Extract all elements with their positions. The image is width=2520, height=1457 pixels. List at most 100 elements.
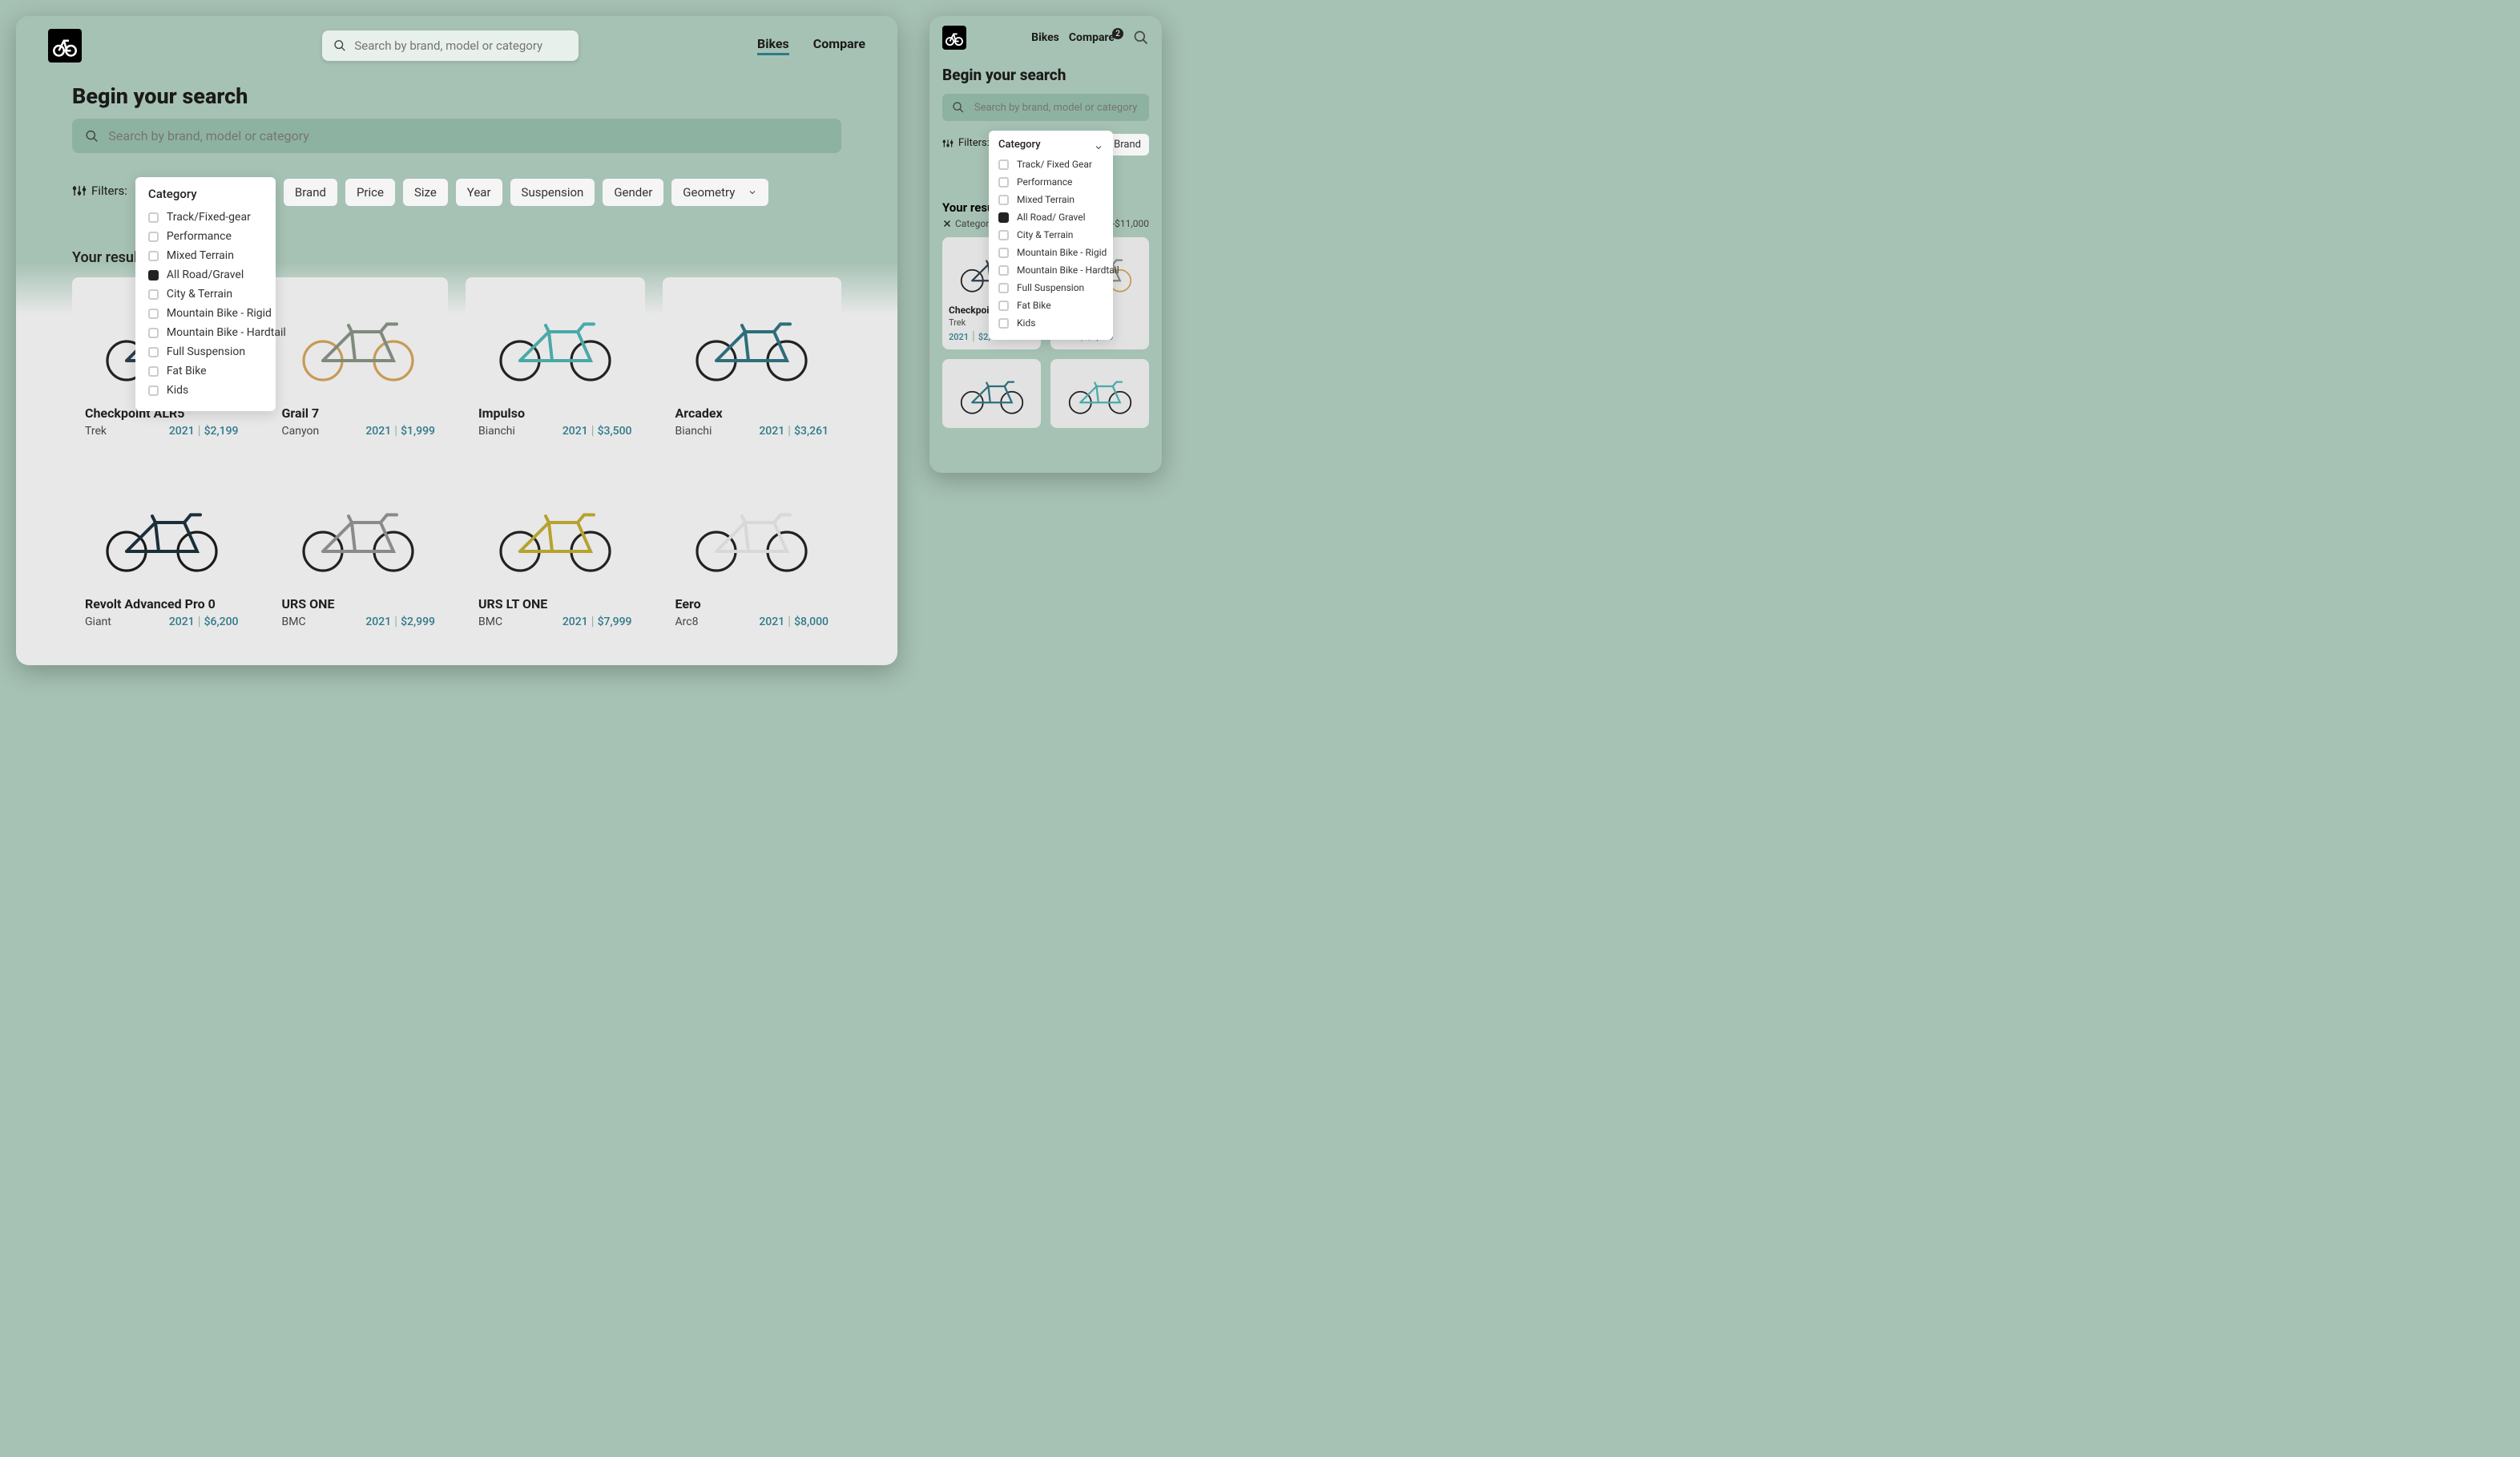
category-option[interactable]: Kids — [148, 381, 263, 400]
checkbox-icon — [998, 195, 1009, 205]
category-option[interactable]: Mixed Terrain — [998, 191, 1103, 208]
category-dropdown-mobile[interactable]: Category Track/ Fixed GearPerformanceMix… — [989, 131, 1113, 340]
category-option[interactable]: Fat Bike — [148, 361, 263, 381]
category-option-label: Kids — [1017, 317, 1035, 329]
chevron-down-icon — [748, 188, 757, 197]
bike-brand: BMC — [282, 615, 306, 628]
mobile-frame: Bikes Compare 2 Begin your search Filter… — [929, 16, 1162, 473]
bike-brand: Trek — [85, 425, 107, 438]
category-option-label: City & Terrain — [167, 288, 232, 301]
header-search[interactable] — [322, 30, 579, 61]
category-option-label: Mixed Terrain — [1017, 194, 1075, 205]
category-option-label: Fat Bike — [167, 365, 207, 377]
checkbox-icon — [148, 385, 159, 396]
category-option[interactable]: Mountain Bike - Rigid — [148, 304, 263, 323]
bike-year: 2021 — [759, 425, 784, 438]
bike-price: $6,200 — [204, 615, 239, 628]
filters-row: Filters: Category Track/Fixed-gearPerfor… — [16, 169, 897, 419]
header-mobile: Bikes Compare 2 — [929, 16, 1162, 59]
category-option[interactable]: All Road/ Gravel — [998, 208, 1103, 226]
category-option-label: All Road/Gravel — [167, 268, 244, 281]
bike-price: $3,500 — [598, 425, 632, 438]
bike-card[interactable] — [942, 359, 1041, 428]
hero-search-input-mobile[interactable] — [974, 102, 1139, 114]
compare-badge: 2 — [1112, 28, 1123, 39]
bike-name: URS ONE — [282, 596, 436, 611]
nav-compare-mobile[interactable]: Compare — [1069, 31, 1115, 44]
bike-brand: Canyon — [282, 425, 320, 438]
search-icon — [952, 100, 965, 115]
checkbox-icon — [998, 248, 1009, 258]
bike-image — [282, 479, 436, 591]
hero-title-mobile: Begin your search — [942, 66, 1149, 84]
checkbox-icon — [148, 212, 159, 223]
checkbox-icon — [998, 265, 1009, 276]
category-option-label: Kids — [167, 384, 188, 397]
category-option-label: Track/ Fixed Gear — [1017, 159, 1092, 170]
filter-pill-geometry[interactable]: Geometry — [671, 179, 768, 206]
category-option-label: Track/Fixed-gear — [167, 211, 251, 224]
category-option-label: Mountain Bike - Hardtail — [1017, 264, 1119, 276]
filter-pill-brand[interactable]: Brand — [284, 179, 337, 206]
category-option-label: City & Terrain — [1017, 229, 1073, 240]
category-option[interactable]: Full Suspension — [148, 342, 263, 361]
filter-pill-suspension[interactable]: Suspension — [510, 179, 595, 206]
hero-search-input[interactable] — [108, 128, 829, 143]
bike-card[interactable]: URS LT ONE BMC 2021|$7,999 — [466, 468, 645, 641]
category-option[interactable]: Mountain Bike - Rigid — [998, 244, 1103, 261]
filter-pill-size[interactable]: Size — [403, 179, 448, 206]
category-option-label: Mountain Bike - Rigid — [1017, 247, 1107, 258]
bike-card[interactable]: Eero Arc8 2021|$8,000 — [663, 468, 842, 641]
category-option-label: Mixed Terrain — [167, 249, 234, 262]
bike-logo-icon — [53, 34, 77, 58]
bike-brand: Arc8 — [675, 615, 699, 628]
bike-brand: Giant — [85, 615, 111, 628]
category-option[interactable]: Kids — [998, 314, 1103, 332]
chip-category[interactable]: Category — [955, 218, 994, 229]
close-icon[interactable] — [942, 219, 952, 228]
filters-label-mobile: Filters: — [942, 137, 990, 149]
filter-pill-price[interactable]: Price — [345, 179, 395, 206]
header-search-input[interactable] — [354, 38, 567, 53]
category-option-label: All Road/ Gravel — [1017, 212, 1086, 223]
category-dropdown-title: Category — [148, 187, 263, 201]
category-option[interactable]: Full Suspension — [998, 279, 1103, 297]
category-option-label: Mountain Bike - Rigid — [167, 307, 272, 320]
sliders-icon — [72, 184, 87, 198]
hero-search[interactable] — [72, 119, 841, 153]
search-icon — [333, 38, 346, 53]
filter-pill-gender[interactable]: Gender — [603, 179, 663, 206]
category-option[interactable]: Mountain Bike - Hardtail — [998, 261, 1103, 279]
category-option[interactable]: City & Terrain — [998, 226, 1103, 244]
bike-card[interactable]: URS ONE BMC 2021|$2,999 — [269, 468, 449, 641]
category-option[interactable]: Track/ Fixed Gear — [998, 155, 1103, 173]
checkbox-icon — [148, 328, 159, 338]
category-option-label: Fat Bike — [1017, 300, 1051, 311]
category-option[interactable]: Mixed Terrain — [148, 246, 263, 265]
hero-search-mobile[interactable] — [942, 94, 1149, 121]
nav-bikes[interactable]: Bikes — [757, 36, 789, 55]
category-option[interactable]: All Road/Gravel — [148, 265, 263, 285]
filter-pill-year[interactable]: Year — [456, 179, 502, 206]
category-option[interactable]: Mountain Bike - Hardtail — [148, 323, 263, 342]
category-option[interactable]: Performance — [998, 173, 1103, 191]
bike-price: $8,000 — [794, 615, 829, 628]
bike-card[interactable]: Revolt Advanced Pro 0 Giant 2021|$6,200 — [72, 468, 252, 641]
bike-card[interactable] — [1050, 359, 1149, 428]
filters-label-text-mobile: Filters: — [958, 137, 990, 149]
category-dropdown[interactable]: Category Track/Fixed-gear Performance Mixe… — [135, 177, 276, 411]
nav-mobile: Bikes Compare 2 — [1031, 30, 1149, 46]
category-option[interactable]: Performance — [148, 227, 263, 246]
category-option[interactable]: Fat Bike — [998, 297, 1103, 314]
logo-mobile[interactable] — [942, 26, 966, 50]
checkbox-icon — [998, 301, 1009, 311]
search-icon-mobile[interactable] — [1133, 30, 1149, 46]
nav-bikes-mobile[interactable]: Bikes — [1031, 31, 1059, 44]
logo[interactable] — [48, 29, 82, 63]
category-option[interactable]: City & Terrain — [148, 285, 263, 304]
bike-year: 2021 — [562, 615, 588, 628]
desktop-frame: Bikes Compare Begin your search Filters:… — [16, 16, 897, 665]
nav-compare[interactable]: Compare — [813, 36, 865, 55]
hero-mobile: Begin your search — [929, 59, 1162, 129]
category-option[interactable]: Track/Fixed-gear — [148, 208, 263, 227]
